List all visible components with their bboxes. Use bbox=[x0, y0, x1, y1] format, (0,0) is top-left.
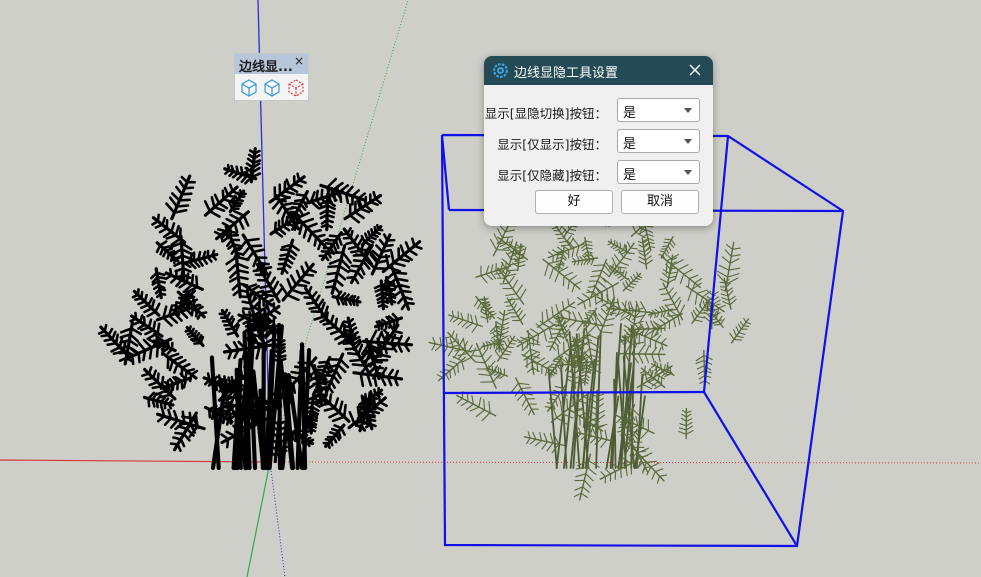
chevron-down-icon bbox=[684, 170, 692, 175]
cancel-button[interactable]: 取消 bbox=[621, 190, 699, 214]
select-value: 是 bbox=[623, 106, 637, 121]
show-button-label: 显示[仅显示]按钮： bbox=[497, 137, 607, 152]
chevron-down-icon bbox=[684, 139, 692, 144]
cube-show-icon[interactable] bbox=[262, 78, 282, 98]
plant-edges-shown[interactable] bbox=[97, 147, 423, 471]
gear-logo-icon bbox=[493, 63, 508, 78]
dialog-title: 边线显隐工具设置 bbox=[514, 66, 619, 81]
select-value: 是 bbox=[623, 137, 637, 152]
cube-hide-icon[interactable] bbox=[286, 78, 306, 98]
ok-button[interactable]: 好 bbox=[535, 190, 613, 214]
toggle-button-select[interactable]: 是 bbox=[617, 98, 700, 122]
toolbar-close-button[interactable]: × bbox=[294, 54, 304, 68]
close-icon[interactable] bbox=[685, 60, 705, 80]
plant-edges-hidden[interactable] bbox=[428, 181, 752, 501]
show-button-select[interactable]: 是 bbox=[617, 129, 700, 153]
toggle-button-label: 显示[显隐切换]按钮： bbox=[484, 106, 607, 121]
hide-button-label: 显示[仅隐藏]按钮： bbox=[497, 168, 607, 183]
green-axis bbox=[246, 461, 271, 577]
edge-tool-settings-dialog: 边线显隐工具设置 显示[显隐切换]按钮： 是 显示[仅显示]按钮： 是 显示[仅… bbox=[484, 56, 713, 226]
chevron-down-icon bbox=[684, 108, 692, 113]
blue-axis-negative bbox=[269, 461, 286, 577]
edge-toggle-toolbar: 边线显... × bbox=[234, 53, 309, 101]
cube-toggle-icon[interactable] bbox=[239, 78, 259, 98]
select-value: 是 bbox=[623, 168, 637, 183]
toolbar-title: 边线显... bbox=[239, 60, 293, 75]
red-axis bbox=[0, 459, 271, 463]
dialog-title-bar[interactable]: 边线显隐工具设置 bbox=[484, 56, 713, 85]
hide-button-select[interactable]: 是 bbox=[617, 160, 700, 184]
toolbar-title-bar[interactable]: 边线显... × bbox=[235, 54, 308, 75]
